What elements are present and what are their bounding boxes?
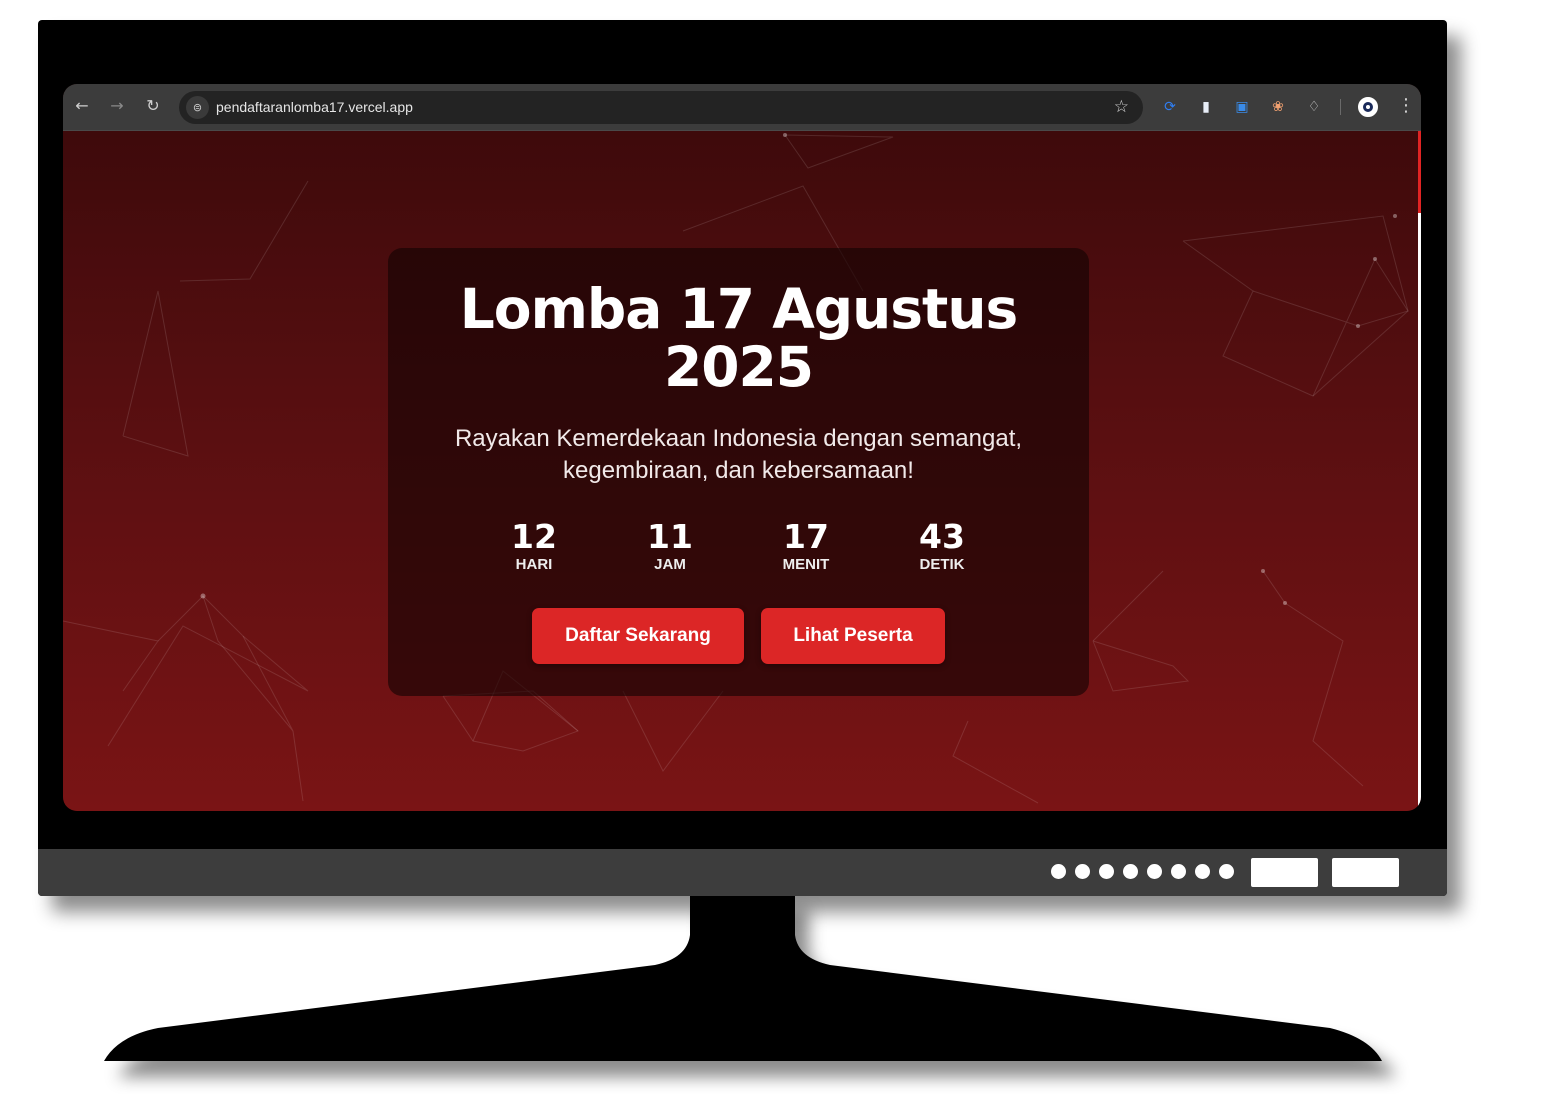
view-participants-button[interactable]: Lihat Peserta <box>761 608 945 664</box>
countdown-value: 11 <box>647 517 693 556</box>
toolbar-separator <box>1340 99 1341 115</box>
title-line-1: Lomba 17 Agustus <box>459 277 1018 341</box>
countdown-value: 43 <box>919 517 965 556</box>
forward-arrow-icon[interactable]: → <box>106 95 128 117</box>
page-viewport: Lomba 17 Agustus 2025 Rayakan Kemerdekaa… <box>63 131 1421 811</box>
countdown-timer: 12 HARI 11 JAM 17 MENIT 43 DETIK <box>388 518 1089 578</box>
hero-subtitle: Rayakan Kemerdekaan Indonesia dengan sem… <box>428 423 1049 487</box>
monitor-button-left <box>1251 858 1318 887</box>
register-button[interactable]: Daftar Sekarang <box>532 608 744 664</box>
countdown-value: 17 <box>783 517 829 556</box>
countdown-label: JAM <box>654 556 686 573</box>
more-menu-icon[interactable]: ⋮ <box>1397 95 1415 117</box>
countdown-hours: 11 JAM <box>625 518 715 574</box>
url-text[interactable]: pendaftaranlomba17.vercel.app <box>216 99 413 115</box>
scrollbar[interactable] <box>1418 131 1421 811</box>
indicator-dot <box>1171 864 1186 879</box>
indicator-dot <box>1219 864 1234 879</box>
indicator-dot <box>1195 864 1210 879</box>
back-arrow-icon[interactable]: ← <box>71 95 93 117</box>
title-line-2: 2025 <box>663 335 814 399</box>
indicator-dot <box>1099 864 1114 879</box>
countdown-label: HARI <box>515 556 553 573</box>
profile-avatar-icon[interactable] <box>1358 97 1378 117</box>
page-title: Lomba 17 Agustus 2025 <box>388 280 1089 396</box>
monitor-button-right <box>1332 858 1399 887</box>
indicator-dot <box>1123 864 1138 879</box>
indicator-dot <box>1075 864 1090 879</box>
countdown-value: 12 <box>511 517 557 556</box>
countdown-days: 12 HARI <box>489 518 579 574</box>
address-bar[interactable]: ⊜ pendaftaranlomba17.vercel.app ☆ <box>179 91 1143 124</box>
monitor-chin <box>38 849 1447 896</box>
extension-capture-icon[interactable]: ▣ <box>1232 97 1252 117</box>
reload-icon[interactable]: ↻ <box>142 95 164 117</box>
countdown-minutes: 17 MENIT <box>761 518 851 574</box>
countdown-label: MENIT <box>782 556 830 573</box>
scrollbar-thumb[interactable] <box>1418 131 1421 213</box>
subtitle-line-1: Rayakan Kemerdekaan Indonesia dengan sem… <box>454 425 1023 452</box>
subtitle-line-2: kegembiraan, dan kebersamaan! <box>563 457 914 484</box>
extension-cookie-icon[interactable]: ❀ <box>1268 97 1288 117</box>
browser-toolbar: ← → ↻ ⊜ pendaftaranlomba17.vercel.app ☆ … <box>63 84 1421 131</box>
extension-blue-icon[interactable]: ⟳ <box>1160 97 1180 117</box>
bookmark-star-icon[interactable]: ☆ <box>1114 97 1129 117</box>
hero-card: Lomba 17 Agustus 2025 Rayakan Kemerdekaa… <box>388 248 1089 696</box>
monitor-indicator-dots <box>1051 864 1234 879</box>
countdown-seconds: 43 DETIK <box>897 518 987 574</box>
indicator-dot <box>1147 864 1162 879</box>
extensions-puzzle-icon[interactable]: ♢ <box>1304 97 1324 117</box>
extension-doc-icon[interactable]: ▮ <box>1196 97 1216 117</box>
browser-window: ← → ↻ ⊜ pendaftaranlomba17.vercel.app ☆ … <box>63 84 1421 811</box>
countdown-label: DETIK <box>919 556 965 573</box>
indicator-dot <box>1051 864 1066 879</box>
site-info-icon[interactable]: ⊜ <box>186 96 209 119</box>
